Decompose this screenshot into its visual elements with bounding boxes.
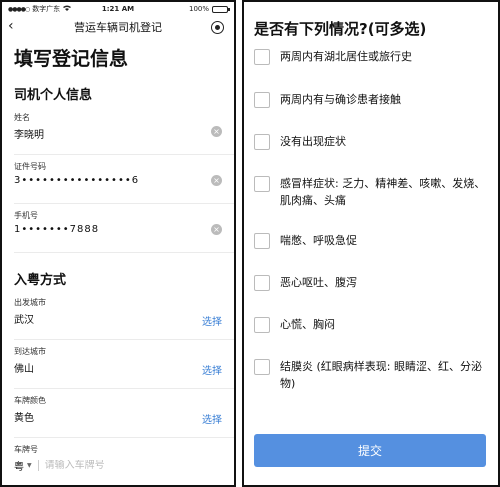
option-label: 两周内有湖北居住或旅行史 [280,50,412,63]
option-label: 心慌、胸闷 [280,318,335,331]
arrival-city-value: 佛山 [14,364,34,375]
choose-departure-button[interactable]: 选择 [202,313,222,328]
nav-bar: ‹ 营运车辆司机登记 [2,16,234,38]
plate-color-value: 黄色 [14,413,34,424]
clock-time: 1:21 AM [101,5,135,13]
option-hubei-travel[interactable]: 两周内有湖北居住或旅行史 [244,48,498,91]
submit-button[interactable]: 提交 [254,434,486,467]
id-number-field[interactable]: 证件号码 3••••••••••••••••6 × [14,155,234,204]
checkbox[interactable] [254,134,270,150]
phone-value[interactable]: 1•••••••7888 [14,224,234,235]
page-title: 填写登记信息 [14,48,129,70]
status-bar: ●●●●○ 数字广东 1:21 AM 100% [2,2,234,16]
option-no-symptoms[interactable]: 没有出现症状 [244,133,498,175]
registration-form-screen: ●●●●○ 数字广东 1:21 AM 100% ‹ 营运车辆司机登记 填写登记信… [0,0,236,487]
question-title: 是否有下列情况?(可多选) [254,20,427,38]
option-label: 感冒样症状: 乏力、精神差、咳嗽、发烧、肌肉痛、头痛 [280,177,486,207]
caret-down-icon[interactable]: ▼ [27,462,32,469]
option-label: 两周内有与确诊患者接触 [280,93,401,106]
option-palpitations[interactable]: 心慌、胸闷 [244,316,498,358]
option-nausea[interactable]: 恶心呕吐、腹泻 [244,274,498,316]
plate-number-row: 粤 ▼ [14,458,234,473]
phone-field[interactable]: 手机号 1•••••••7888 × [14,204,234,253]
arrival-city-field[interactable]: 到达城市 佛山 选择 [14,340,234,389]
divider [37,460,39,471]
option-conjunctivitis[interactable]: 结膜炎 (红眼病样表现: 眼睛涩、红、分泌物) [244,358,498,408]
plate-number-label: 车牌号 [14,445,38,454]
checkbox[interactable] [254,49,270,65]
symptom-question-screen: 是否有下列情况?(可多选) 两周内有湖北居住或旅行史 两周内有与确诊患者接触 没… [242,0,500,487]
options-list: 两周内有湖北居住或旅行史 两周内有与确诊患者接触 没有出现症状 感冒样症状: 乏… [244,48,498,408]
record-icon[interactable] [211,21,224,34]
name-label: 姓名 [14,113,30,122]
id-number-label: 证件号码 [14,162,46,171]
clear-icon[interactable]: × [211,175,222,186]
departure-city-value: 武汉 [14,315,34,326]
clear-icon[interactable]: × [211,224,222,235]
checkbox[interactable] [254,317,270,333]
travel-section-title: 入粤方式 [14,273,67,288]
checkbox[interactable] [254,233,270,249]
chevron-left-icon[interactable]: ‹ [8,18,14,34]
checkbox[interactable] [254,359,270,375]
plate-number-field[interactable]: 车牌号 粤 ▼ [14,438,234,485]
option-label: 恶心呕吐、腹泻 [280,276,357,289]
option-label: 结膜炎 (红眼病样表现: 眼睛涩、红、分泌物) [280,360,482,390]
battery-icon [212,5,230,13]
option-label: 没有出现症状 [280,135,346,148]
province-select[interactable]: 粤 [14,458,24,473]
departure-city-field[interactable]: 出发城市 武汉 选择 [14,291,234,340]
option-cold-symptoms[interactable]: 感冒样症状: 乏力、精神差、咳嗽、发烧、肌肉痛、头痛 [244,175,498,232]
checkbox[interactable] [254,176,270,192]
personal-section-title: 司机个人信息 [14,88,93,103]
name-value[interactable]: 李晓明 [14,126,234,141]
arrival-city-label: 到达城市 [14,347,46,356]
checkbox[interactable] [254,92,270,108]
id-number-value[interactable]: 3••••••••••••••••6 [14,175,234,186]
choose-arrival-button[interactable]: 选择 [202,362,222,377]
option-contact-confirmed[interactable]: 两周内有与确诊患者接触 [244,91,498,133]
nav-title: 营运车辆司机登记 [74,21,162,34]
plate-color-label: 车牌颜色 [14,396,46,405]
option-breathing[interactable]: 喘憋、呼吸急促 [244,232,498,274]
clear-icon[interactable]: × [211,126,222,137]
phone-label: 手机号 [14,211,38,220]
choose-plate-color-button[interactable]: 选择 [202,411,222,426]
plate-color-field[interactable]: 车牌颜色 黄色 选择 [14,389,234,438]
plate-number-input[interactable] [44,460,165,471]
departure-city-label: 出发城市 [14,298,46,307]
checkbox[interactable] [254,275,270,291]
name-field[interactable]: 姓名 李晓明 × [14,106,234,155]
option-label: 喘憋、呼吸急促 [280,234,357,247]
